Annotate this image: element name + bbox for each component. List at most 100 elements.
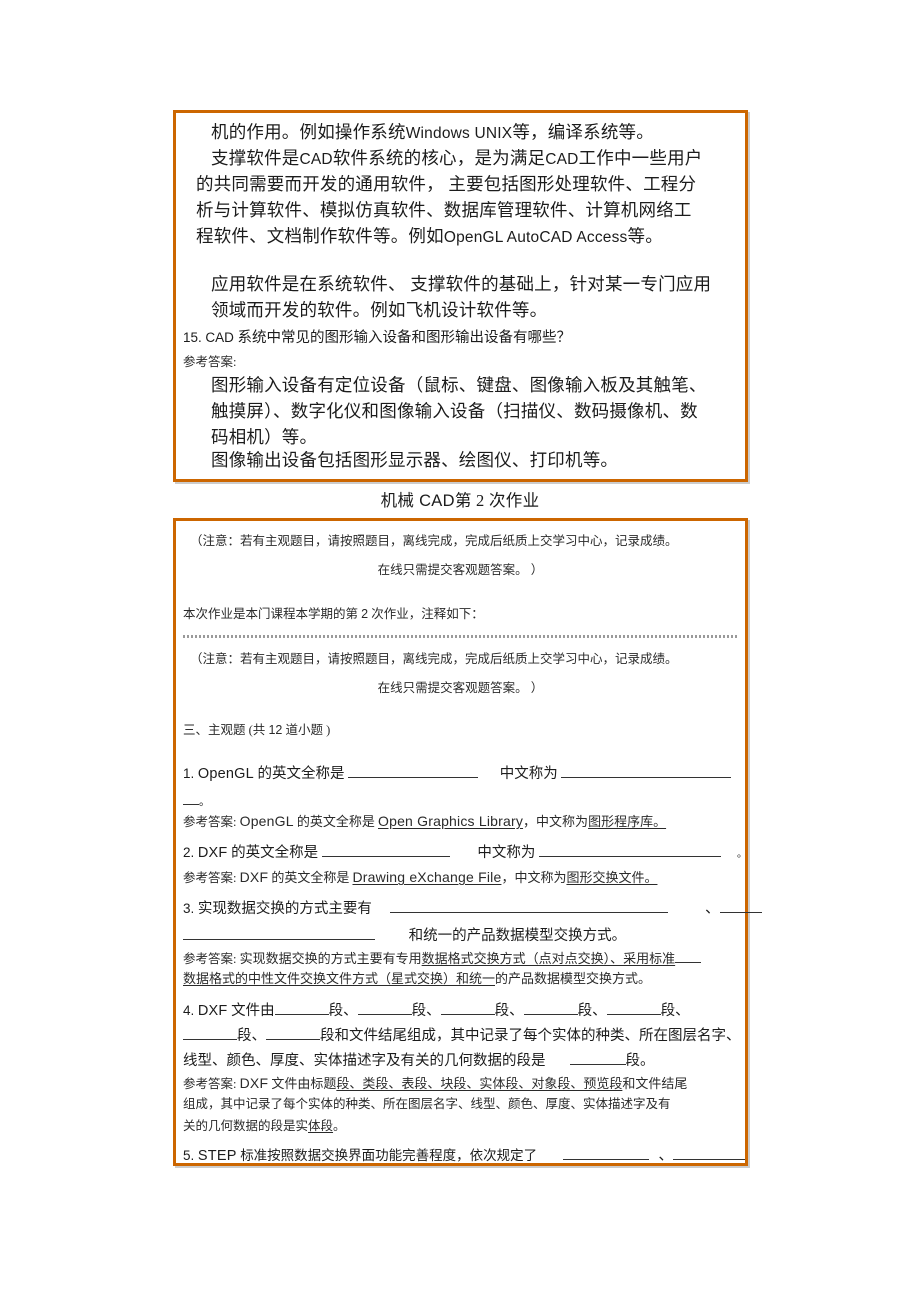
answer-fill-value: Open Graphics Library	[378, 813, 524, 829]
answer-text: 文件由标题	[271, 1076, 337, 1091]
question-1-stem-cont: 。	[183, 790, 210, 808]
answer-fill-value: 数据格式交换方式（点对点交换）、采用标准	[421, 950, 676, 966]
intro-count: 2	[361, 607, 369, 621]
question-text: 段和文件结尾组成，其中记录了每个实体的种类、所在图层名字、	[320, 1027, 741, 1044]
question-text: 、	[658, 1147, 673, 1164]
fill-in-blank[interactable]	[348, 763, 479, 778]
fill-in-blank[interactable]	[539, 842, 721, 857]
section-heading-prefix: 三、主观题	[183, 723, 246, 737]
question-15-answer-line3: 码相机）等。	[211, 427, 318, 447]
text-run-latin: Windows UNIX	[405, 125, 513, 142]
question-4-stem-line3: 线型、颜色、厚度、实体描述字及有关的几何数据的段是 段。	[183, 1050, 655, 1069]
paragraph2-line2: 领域而开发的软件。例如飞机设计软件等。	[211, 300, 548, 320]
fill-in-blank[interactable]	[523, 1000, 578, 1015]
answer-text: 的英文全称是	[271, 870, 350, 885]
text-run: 工作中一些用户	[578, 148, 703, 168]
fill-in-blank[interactable]	[321, 842, 450, 857]
question-text: 线型、颜色、厚度、实体描述字及有关的几何数据的段是	[183, 1052, 546, 1069]
fill-in-blank[interactable]	[675, 950, 702, 963]
question-4-answer-line1: 参考答案: DXF 文件由标题段、类段、表段、块段、实体段、对象段、预览段和文件…	[183, 1076, 687, 1091]
notice-1-line-1: （注意：若有主观题目，请按照题目，离线完成，完成后纸质上交学习中心，记录成绩。	[190, 534, 678, 548]
question-15-stem: 15. CAD 系统中常见的图形输入设备和图形输出设备有哪些？	[183, 331, 571, 346]
answer-text: ，中文称为	[501, 870, 567, 885]
answer-text: 和文件结尾	[622, 1076, 688, 1091]
section-heading-count-open: (共	[248, 723, 266, 737]
question-text: 和统一的产品数据模型交换方式。	[408, 927, 627, 944]
question-15-answer-line4: 图像输出设备包括图形显示器、绘图仪、打印机等。	[211, 450, 619, 470]
fill-in-blank[interactable]	[440, 1000, 495, 1015]
fill-in-blank[interactable]	[672, 1145, 745, 1160]
text-run: 等。	[627, 226, 663, 246]
fill-in-blank[interactable]	[606, 1000, 661, 1015]
question-text: 段、	[577, 1002, 607, 1019]
paragraph1-line1: 机的作用。例如操作系统Windows UNIX等，编译系统等。	[211, 122, 654, 142]
question-number: 3.	[183, 900, 195, 916]
question-acronym: DXF	[197, 1002, 228, 1019]
reference-answer-label: 参考答案:	[183, 871, 237, 885]
question-3-answer-line2: 数据格式的中性文件交换文件方式（星式交换）和统一的产品数据模型交换方式。	[183, 972, 651, 986]
intro-suffix: 次作业，注释如下：	[371, 607, 484, 621]
question-text: 文件由	[231, 1002, 275, 1019]
question-text: 、	[705, 900, 720, 917]
text-run: 等，编译系统等。	[512, 122, 654, 142]
question-acronym: CAD	[205, 330, 234, 345]
answer-text: ，中文称为	[523, 814, 589, 829]
text-run: 软件系统的核心，	[332, 148, 475, 168]
question-text: 的英文全称是	[257, 765, 345, 782]
text-run-latin: CAD	[545, 151, 579, 168]
question-text: 实现数据交换的方式主要有	[197, 900, 372, 917]
question-3-stem: 3. 实现数据交换的方式主要有 、	[183, 898, 762, 916]
notice-2-line-1: （注意：若有主观题目，请按照题目，离线完成，完成后纸质上交学习中心，记录成绩。	[190, 652, 678, 666]
notice-2-line-2: 在线只需提交客观题答案。 ）	[377, 681, 544, 695]
fill-in-blank[interactable]	[389, 898, 668, 913]
reference-answer-label: 参考答案:	[183, 815, 237, 829]
fill-in-blank[interactable]	[719, 898, 762, 913]
question-1-stem: 1. OpenGL 的英文全称是 中文称为	[183, 763, 732, 782]
question-2-answer: 参考答案: DXF 的英文全称是 Drawing eXchange File，中…	[183, 870, 657, 885]
paragraph2-line1: 应用软件是在系统软件、 支撑软件的基础上，针对某一专门应用	[211, 274, 712, 294]
answer-acronym: DXF	[239, 869, 269, 885]
fill-in-blank[interactable]	[183, 925, 375, 940]
document-page: 机的作用。例如操作系统Windows UNIX等，编译系统等。 支撑软件是CAD…	[0, 0, 920, 1303]
question-number: 1.	[183, 765, 195, 781]
text-run-latin: OpenGL AutoCAD Access	[443, 229, 628, 246]
fill-in-blank[interactable]	[561, 763, 732, 778]
question-text: 中文称为	[499, 765, 558, 782]
paragraph1-line5: 程软件、文档制作软件等。例如OpenGL AutoCAD Access等。	[196, 226, 663, 246]
text-run-latin: CAD	[299, 151, 333, 168]
answer-fill-value: 数据格式的中性文件交换文件方式（星式交换）和统一	[183, 971, 496, 986]
paragraph1-line2: 支撑软件是CAD软件系统的核心，是为满足CAD工作中一些用户	[211, 148, 703, 168]
section-heading-count: 12	[268, 723, 283, 737]
question-text: 的英文全称是	[231, 844, 319, 861]
fill-in-blank[interactable]	[569, 1050, 626, 1065]
assignment-title-acronym: CAD	[419, 492, 455, 510]
assignment-title-suffix: 第 2 次作业	[454, 491, 540, 510]
paragraph1-line3: 的共同需要而开发的通用软件， 主要包括图形处理软件、工程分	[196, 174, 697, 194]
fill-in-blank[interactable]	[183, 1025, 237, 1040]
question-text: 标准按照数据交换界面功能完善程度，依次规定了	[240, 1147, 538, 1163]
question-text: 。	[199, 795, 210, 808]
reference-answer-label: 参考答案:	[183, 355, 237, 369]
notice-1-line-2: 在线只需提交客观题答案。 ）	[377, 563, 544, 577]
question-text: 中文称为	[477, 844, 536, 861]
question-number: 5.	[183, 1147, 195, 1163]
fill-in-blank[interactable]	[562, 1145, 649, 1160]
fill-in-blank[interactable]	[357, 1000, 412, 1015]
question-4-stem: 4. DXF 文件由 段、 段、 段、 段、 段、	[183, 1000, 690, 1019]
question-5-stem: 5. STEP 标准按照数据交换界面功能完善程度，依次规定了 、	[183, 1145, 745, 1163]
answer-fill-value: 段、类段、表段、块段、实体段、对象段、预览段	[336, 1076, 623, 1091]
fill-in-blank[interactable]	[183, 790, 199, 805]
assignment-intro: 本次作业是本门课程本学期的第 2 次作业，注释如下：	[183, 608, 484, 621]
text-run: 机的作用。例如操作系统	[211, 122, 406, 142]
text-run: 支撑软件是	[211, 148, 300, 168]
question-3-answer-line1: 参考答案: 实现数据交换的方式主要有专用数据格式交换方式（点对点交换）、采用标准	[183, 950, 702, 966]
assignment-title: 机械 CAD第 2 次作业	[0, 487, 920, 511]
answer-text: 关的几何数据的段是实	[183, 1119, 309, 1133]
answer-acronym: OpenGL	[239, 813, 294, 829]
fill-in-blank[interactable]	[274, 1000, 329, 1015]
question-acronym: STEP	[197, 1147, 237, 1164]
question-acronym: OpenGL	[197, 765, 254, 782]
text-run: 是为满足	[474, 148, 546, 168]
reference-answer-label: 参考答案:	[183, 951, 237, 966]
fill-in-blank[interactable]	[266, 1025, 320, 1040]
